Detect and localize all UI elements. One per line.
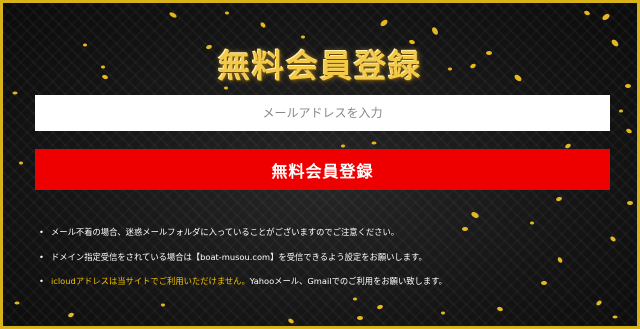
notice-text: ドメイン指定受信をされている場合は【boat-musou.com】を受信できるよ… [51, 251, 427, 262]
page-title: 無料会員登録 [217, 47, 422, 85]
icloud-warning: icloudアドレスは当サイトでご利用いただけません。 [51, 276, 250, 286]
notice-list: メール不着の場合、迷惑メールフォルダに入っていることがございますのでご注意くださ… [37, 227, 447, 301]
notice-text: メール不着の場合、迷惑メールフォルダに入っていることがございますのでご注意くださ… [51, 227, 400, 237]
email-input[interactable] [35, 95, 610, 131]
notice-item: メール不着の場合、迷惑メールフォルダに入っていることがございますのでご注意くださ… [37, 227, 447, 238]
notice-item: ドメイン指定受信をされている場合は【boat-musou.com】を受信できるよ… [37, 252, 447, 263]
registration-panel: 無料会員登録 無料会員登録 メール不着の場合、迷惑メールフォルダに入っていること… [0, 0, 640, 329]
notice-text: Yahooメール、Gmailでのご利用をお願い致します。 [249, 276, 447, 286]
register-button[interactable]: 無料会員登録 [35, 149, 610, 190]
notice-item: icloudアドレスは当サイトでご利用いただけません。Yahooメール、Gmai… [37, 276, 447, 287]
